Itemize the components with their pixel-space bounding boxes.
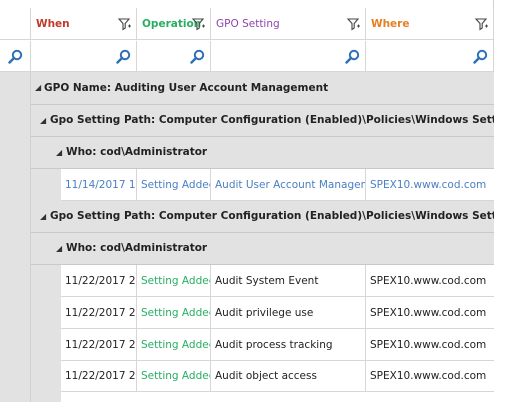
table-row[interactable]: 11/22/2017 2... Setting Added Audit Syst… — [61, 265, 494, 297]
filter-gutter[interactable] — [0, 41, 31, 72]
cell-operation-text: Setting Added — [141, 178, 211, 191]
group-row-gpo[interactable]: ◢ GPO Name: Auditing User Account Manage… — [31, 72, 494, 105]
group-label-path-2: Gpo Setting Path: Computer Configuration… — [50, 210, 494, 222]
cell-setting-text: Audit User Account Management — [215, 178, 365, 191]
cell-operation: Setting Added — [137, 297, 211, 328]
group-label-who-2: Who: cod\Administrator — [66, 242, 208, 254]
table-row[interactable]: 11/22/2017 2... Setting Added Audit proc… — [61, 329, 494, 361]
cell-where-text: SPEX10.www.cod.com — [370, 274, 487, 287]
cell-where-text: SPEX10.www.cod.com — [370, 178, 487, 191]
table-row[interactable]: 11/22/2017 2... Setting Added Audit priv… — [61, 297, 494, 329]
cell-where: SPEX10.www.cod.com — [366, 297, 494, 328]
group-label-path-1: Gpo Setting Path: Computer Configuration… — [50, 114, 494, 126]
collapse-arrow-icon[interactable]: ◢ — [56, 244, 62, 253]
cell-where: SPEX10.www.cod.com — [366, 361, 494, 391]
cell-operation-text: Setting Added — [141, 370, 211, 382]
cell-when: 11/22/2017 2... — [61, 329, 137, 360]
row-gutter — [0, 72, 31, 402]
cell-setting: Audit User Account Management — [211, 169, 366, 200]
funnel-icon[interactable] — [192, 17, 206, 31]
cell-where: SPEX10.www.cod.com — [366, 329, 494, 360]
cell-where: SPEX10.www.cod.com — [366, 265, 494, 296]
cell-setting-text: Audit object access — [215, 370, 317, 382]
cell-when: 11/22/2017 2... — [61, 297, 137, 328]
cell-when-text: 11/22/2017 2... — [65, 306, 136, 319]
cell-setting-text: Audit System Event — [215, 274, 319, 287]
column-header-where-label: Where — [371, 18, 410, 30]
collapse-arrow-icon[interactable]: ◢ — [40, 116, 46, 125]
cell-when-text: 11/22/2017 2... — [65, 338, 136, 351]
cell-operation-text: Setting Added — [141, 274, 211, 287]
column-header-when-label: When — [36, 18, 70, 30]
cell-when: 11/22/2017 2... — [61, 361, 137, 391]
cell-setting-text: Audit process tracking — [215, 338, 333, 351]
collapse-arrow-icon[interactable]: ◢ — [35, 83, 41, 92]
group-label-gpo: GPO Name: Auditing User Account Manageme… — [44, 82, 329, 94]
cell-setting: Audit System Event — [211, 265, 366, 296]
cell-operation: Setting Added — [137, 169, 211, 200]
cell-setting-text: Audit privilege use — [215, 306, 314, 319]
funnel-icon[interactable] — [118, 17, 132, 31]
funnel-icon[interactable] — [475, 17, 489, 31]
row-indent — [31, 265, 61, 402]
cell-where-text: SPEX10.www.cod.com — [370, 370, 487, 382]
audit-grid: When Operation GPO Setting Where ◢ GPO N… — [0, 0, 494, 402]
cell-when: 11/14/2017 11... — [61, 169, 137, 200]
collapse-arrow-icon[interactable]: ◢ — [40, 212, 46, 221]
table-row[interactable]: 11/22/2017 2... Setting Added Audit obje… — [61, 361, 494, 392]
table-row[interactable]: 11/14/2017 11... Setting Added Audit Use… — [61, 169, 494, 201]
group-label-who-1: Who: cod\Administrator — [66, 146, 208, 158]
search-icon[interactable] — [473, 49, 488, 64]
group-row-who-1[interactable]: ◢ Who: cod\Administrator — [31, 137, 494, 169]
search-icon[interactable] — [190, 49, 205, 64]
row-indent — [31, 169, 61, 201]
cell-setting: Audit object access — [211, 361, 366, 391]
column-header-when[interactable]: When — [31, 8, 137, 40]
cell-operation-text: Setting Added — [141, 306, 211, 319]
cell-when-text: 11/22/2017 2... — [65, 370, 136, 382]
cell-where-text: SPEX10.www.cod.com — [370, 338, 487, 351]
group-row-path-1[interactable]: ◢ Gpo Setting Path: Computer Configurati… — [31, 105, 494, 137]
cell-operation: Setting Added — [137, 265, 211, 296]
filter-cell-operation[interactable] — [137, 41, 211, 72]
funnel-icon[interactable] — [347, 17, 361, 31]
cell-when-text: 11/22/2017 2... — [65, 274, 136, 287]
cell-when-text: 11/14/2017 11... — [65, 178, 136, 191]
cell-operation: Setting Added — [137, 361, 211, 391]
group-row-who-2[interactable]: ◢ Who: cod\Administrator — [31, 233, 494, 265]
row-tail — [61, 392, 494, 402]
collapse-arrow-icon[interactable]: ◢ — [56, 148, 62, 157]
column-header-setting-label: GPO Setting — [216, 18, 280, 30]
cell-setting: Audit process tracking — [211, 329, 366, 360]
search-icon[interactable] — [345, 49, 360, 64]
cell-setting: Audit privilege use — [211, 297, 366, 328]
column-header-where[interactable]: Where — [366, 8, 494, 40]
filter-cell-where[interactable] — [366, 41, 494, 72]
search-icon[interactable] — [8, 49, 23, 64]
cell-when: 11/22/2017 2... — [61, 265, 137, 296]
column-header-setting[interactable]: GPO Setting — [211, 8, 366, 40]
cell-operation: Setting Added — [137, 329, 211, 360]
cell-where: SPEX10.www.cod.com — [366, 169, 494, 200]
cell-where-text: SPEX10.www.cod.com — [370, 306, 487, 319]
cell-operation-text: Setting Added — [141, 338, 211, 351]
group-row-path-2[interactable]: ◢ Gpo Setting Path: Computer Configurati… — [31, 201, 494, 233]
column-header-operation[interactable]: Operation — [137, 8, 211, 40]
header-gutter — [0, 8, 31, 40]
filter-cell-when[interactable] — [31, 41, 137, 72]
filter-cell-setting[interactable] — [211, 41, 366, 72]
search-icon[interactable] — [116, 49, 131, 64]
